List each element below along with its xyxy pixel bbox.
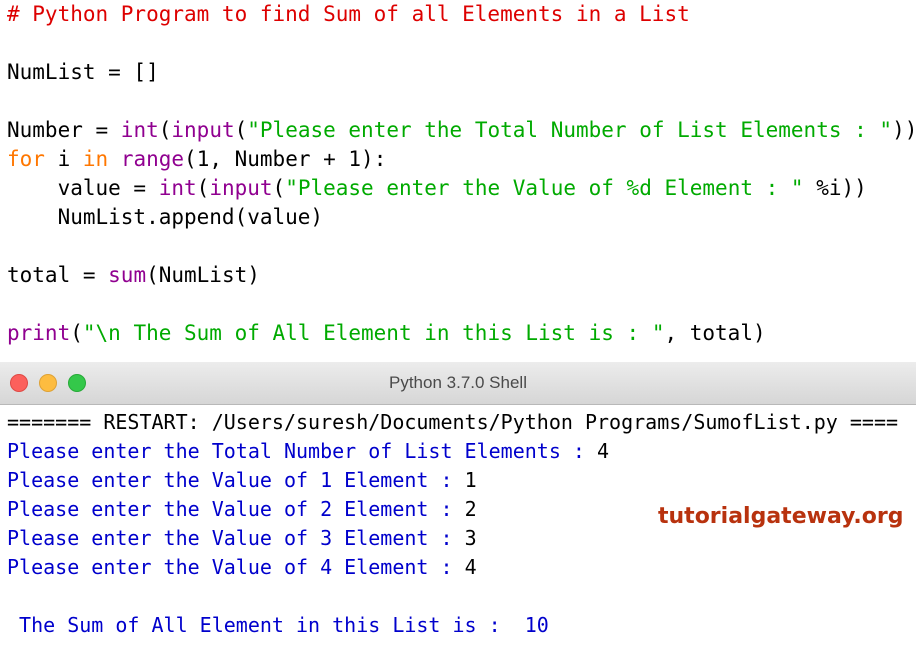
string-literal: "\n The Sum of All Element in this List … bbox=[83, 321, 665, 345]
code-line-print: print("\n The Sum of All Element in this… bbox=[7, 319, 766, 348]
code-text: %i)) bbox=[804, 176, 867, 200]
code-text: ( bbox=[197, 176, 210, 200]
prompt-text: Please enter the Value of 2 Element : bbox=[7, 497, 465, 521]
restart-banner: ======= RESTART: /Users/suresh/Documents… bbox=[7, 408, 898, 437]
code-line-numlist: NumList = [] bbox=[7, 58, 159, 87]
builtin-sum: sum bbox=[108, 263, 146, 287]
user-input: 3 bbox=[465, 526, 477, 550]
user-input: 4 bbox=[465, 555, 477, 579]
code-text: i bbox=[45, 147, 83, 171]
code-text: ( bbox=[159, 118, 172, 142]
shell-output-line: Please enter the Value of 2 Element : 2 bbox=[7, 495, 477, 524]
code-text bbox=[108, 147, 121, 171]
builtin-int: int bbox=[121, 118, 159, 142]
builtin-input: input bbox=[171, 118, 234, 142]
user-input: 1 bbox=[465, 468, 477, 492]
shell-output-line: Please enter the Value of 3 Element : 3 bbox=[7, 524, 477, 553]
code-text: , total) bbox=[664, 321, 765, 345]
code-text: ( bbox=[70, 321, 83, 345]
builtin-range: range bbox=[121, 147, 184, 171]
code-text: Number = bbox=[7, 118, 121, 142]
code-text: )) bbox=[892, 118, 916, 142]
code-line-total: total = sum(NumList) bbox=[7, 261, 260, 290]
code-line-for-loop: for i in range(1, Number + 1): bbox=[7, 145, 386, 174]
window-titlebar[interactable]: Python 3.7.0 Shell bbox=[0, 362, 916, 405]
string-literal: "Please enter the Total Number of List E… bbox=[247, 118, 892, 142]
user-input: 2 bbox=[465, 497, 477, 521]
watermark-logo: tutorialgateway.org bbox=[658, 504, 904, 529]
code-text: value = bbox=[7, 176, 159, 200]
shell-output-line: Please enter the Total Number of List El… bbox=[7, 437, 609, 466]
code-line-append: NumList.append(value) bbox=[7, 203, 323, 232]
code-text: (1, Number + 1): bbox=[184, 147, 386, 171]
code-text: total = bbox=[7, 263, 108, 287]
code-line-value-input: value = int(input("Please enter the Valu… bbox=[7, 174, 867, 203]
builtin-int: int bbox=[159, 176, 197, 200]
user-input: 4 bbox=[597, 439, 609, 463]
code-editor[interactable]: # Python Program to find Sum of all Elem… bbox=[0, 0, 916, 362]
prompt-text: Please enter the Value of 3 Element : bbox=[7, 526, 465, 550]
prompt-text: Please enter the Value of 4 Element : bbox=[7, 555, 465, 579]
builtin-input: input bbox=[209, 176, 272, 200]
code-line-comment: # Python Program to find Sum of all Elem… bbox=[7, 0, 690, 29]
shell-output-line: Please enter the Value of 1 Element : 1 bbox=[7, 466, 477, 495]
shell-output-line: Please enter the Value of 4 Element : 4 bbox=[7, 553, 477, 582]
code-text: ( bbox=[235, 118, 248, 142]
sum-result-output: The Sum of All Element in this List is :… bbox=[7, 611, 549, 640]
code-text: (NumList) bbox=[146, 263, 260, 287]
keyword-for: for bbox=[7, 147, 45, 171]
python-shell-window[interactable]: Python 3.7.0 Shell ======= RESTART: /Use… bbox=[0, 362, 916, 645]
code-text: ( bbox=[273, 176, 286, 200]
prompt-text: Please enter the Value of 1 Element : bbox=[7, 468, 465, 492]
window-title: Python 3.7.0 Shell bbox=[0, 362, 916, 404]
keyword-in: in bbox=[83, 147, 108, 171]
code-line-number-input: Number = int(input("Please enter the Tot… bbox=[7, 116, 916, 145]
string-literal: "Please enter the Value of %d Element : … bbox=[285, 176, 803, 200]
prompt-text: Please enter the Total Number of List El… bbox=[7, 439, 597, 463]
builtin-print: print bbox=[7, 321, 70, 345]
